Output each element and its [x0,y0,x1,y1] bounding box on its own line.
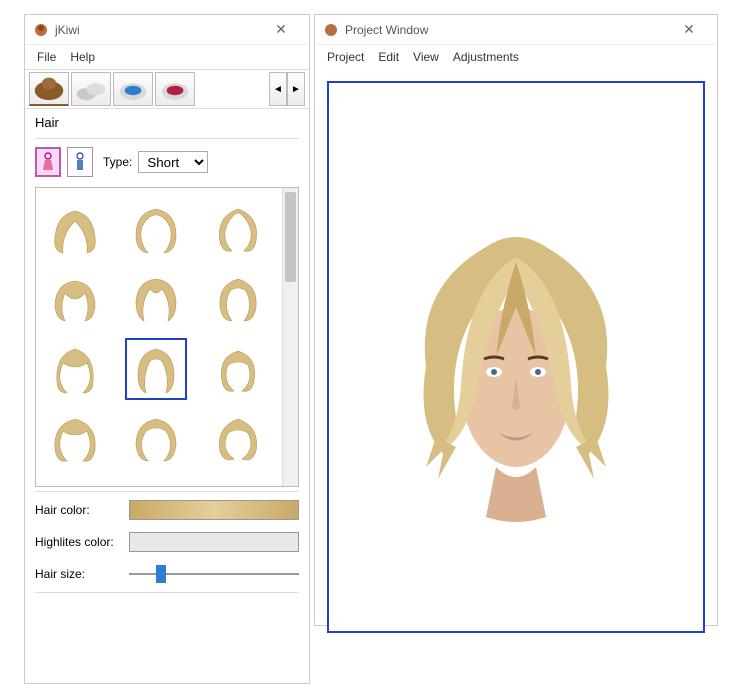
next-tab-button[interactable]: ► [287,72,305,106]
hairstyle-thumb[interactable] [207,198,269,260]
divider [35,491,299,492]
menu-help[interactable]: Help [70,50,95,64]
model-preview [366,187,666,527]
close-button[interactable]: ✕ [261,16,301,44]
menu-file[interactable]: File [37,50,56,64]
menu-edit[interactable]: Edit [378,50,399,64]
type-label: Type: [103,155,132,169]
hairstyle-thumb[interactable] [44,268,106,330]
hairstyle-thumb[interactable] [44,408,106,470]
menu-adjustments[interactable]: Adjustments [453,50,519,64]
highlites-row: Highlites color: [25,526,309,558]
toolbar: ◄ ► [25,69,309,109]
tab-pager: ◄ ► [269,72,305,106]
accessories-tab[interactable] [71,72,111,106]
female-button[interactable] [35,147,61,177]
menu-view[interactable]: View [413,50,439,64]
menu-project[interactable]: Project [327,50,364,64]
window-title: Project Window [345,23,669,37]
section-title: Hair [25,109,309,136]
hairstyle-thumb[interactable] [44,198,106,260]
menubar: File Help [25,45,309,69]
hair-size-slider[interactable] [129,564,299,584]
hair-color-row: Hair color: [25,494,309,526]
prev-tab-button[interactable]: ◄ [269,72,287,106]
menubar: Project Edit View Adjustments [315,45,717,69]
titlebar: Project Window ✕ [315,15,717,45]
app-icon [33,22,49,38]
hairstyle-thumb[interactable] [207,408,269,470]
hairstyle-thumb[interactable] [44,338,106,400]
close-button[interactable]: ✕ [669,16,709,44]
hairstyle-grid [35,187,299,487]
hair-color-swatch[interactable] [129,500,299,520]
hairstyle-thumb[interactable] [125,408,187,470]
filter-row: Type: Short [25,141,309,183]
divider [35,138,299,139]
hairstyle-thumb[interactable] [125,268,187,330]
highlites-swatch[interactable] [129,532,299,552]
hair-size-label: Hair size: [35,567,121,581]
window-title: jKiwi [55,23,261,37]
hair-color-label: Hair color: [35,503,121,517]
hairstyle-thumb[interactable] [207,268,269,330]
divider [35,592,299,593]
highlites-label: Highlites color: [35,535,121,549]
project-window: Project Window ✕ Project Edit View Adjus… [314,14,718,626]
male-button[interactable] [67,147,93,177]
eyeshadow-tab[interactable] [113,72,153,106]
hairstyle-thumb[interactable] [125,338,187,400]
hair-tab[interactable] [29,72,69,106]
titlebar: jKiwi ✕ [25,15,309,45]
hairstyle-thumb[interactable] [125,198,187,260]
scrollbar-thumb[interactable] [285,192,296,282]
jkiwi-window: jKiwi ✕ File Help ◄ ► Hair Type: [24,14,310,684]
scrollbar[interactable] [282,188,298,486]
hairstyle-thumb[interactable] [207,338,269,400]
type-select[interactable]: Short [138,151,208,173]
blush-tab[interactable] [155,72,195,106]
app-icon [323,22,339,38]
canvas[interactable] [327,81,705,633]
hair-size-row: Hair size: [25,558,309,590]
